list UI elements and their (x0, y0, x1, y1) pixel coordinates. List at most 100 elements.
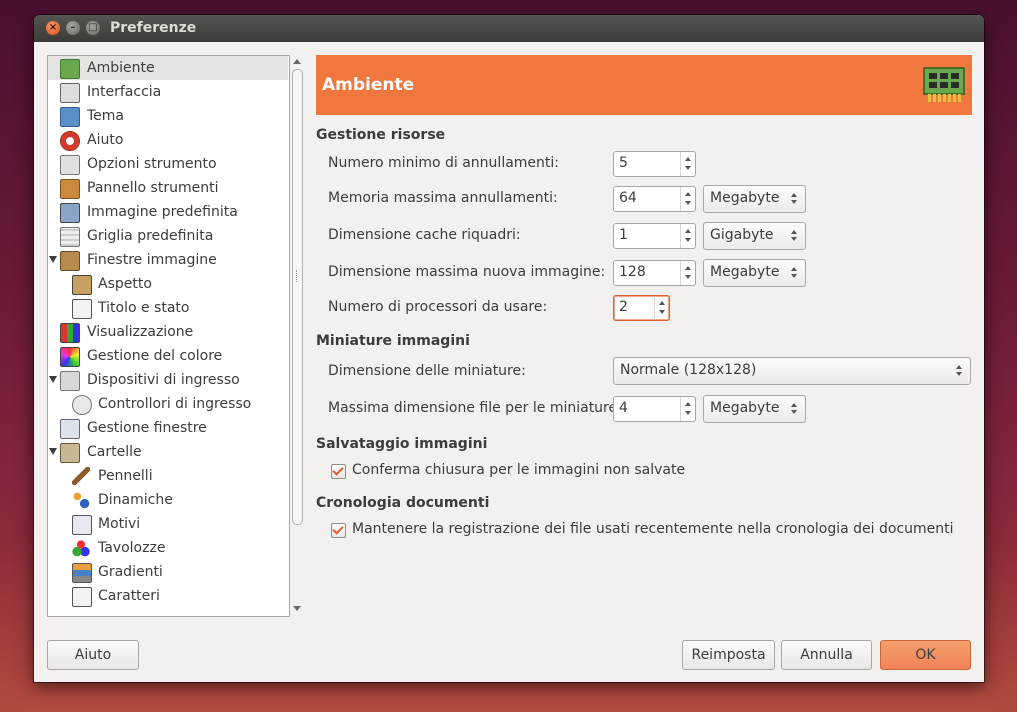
keep-history-checkbox[interactable] (331, 523, 346, 538)
dynamics-icon (72, 491, 90, 509)
sidebar-item-dinamiche[interactable]: Dinamiche (48, 488, 288, 512)
select-value: Normale (128x128) (620, 362, 757, 378)
sidebar-item-label: Finestre immagine (87, 252, 217, 268)
sidebar-item-aiuto[interactable]: Aiuto (48, 128, 288, 152)
spinner-value[interactable]: 1 (619, 227, 628, 243)
checkmark-icon (332, 523, 344, 535)
scroll-down-icon[interactable] (293, 606, 301, 611)
spinner-arrows-icon[interactable] (654, 296, 669, 320)
spinner-value[interactable]: 5 (619, 155, 628, 171)
sidebar-item-interfaccia[interactable]: Interfaccia (48, 80, 288, 104)
spinner-arrows-icon[interactable] (680, 224, 695, 248)
thumbnail-size-select[interactable]: Normale (128x128) (613, 357, 971, 385)
sidebar-item-controllori-di-ingresso[interactable]: Controllori di ingresso (48, 392, 288, 416)
sidebar-item-opzioni-strumento[interactable]: Opzioni strumento (48, 152, 288, 176)
min-undo-label: Numero minimo di annullamenti: (328, 155, 560, 171)
sidebar-item-visualizzazione[interactable]: Visualizzazione (48, 320, 288, 344)
expander-down-icon[interactable] (49, 376, 57, 383)
sidebar-item-pannello-strumenti[interactable]: Pannello strumenti (48, 176, 288, 200)
expander-down-icon[interactable] (49, 256, 57, 263)
sidebar-item-finestre-immagine[interactable]: Finestre immagine (48, 248, 288, 272)
thumbnail-max-file-unit-select[interactable]: Megabyte (703, 395, 806, 423)
thumbnail-max-file-label: Massima dimensione file per le miniature… (328, 400, 622, 416)
section-saving-title: Salvataggio immagini (316, 436, 488, 452)
max-new-image-label: Dimensione massima nuova immagine: (328, 264, 606, 280)
sidebar-item-label: Aiuto (87, 132, 124, 148)
sidebar-item-tavolozze[interactable]: Tavolozze (48, 536, 288, 560)
spinner-arrows-icon[interactable] (680, 187, 695, 211)
tile-cache-unit-select[interactable]: Gigabyte (703, 222, 806, 250)
select-carets-icon (790, 192, 798, 206)
sidebar-item-label: Controllori di ingresso (98, 396, 252, 412)
sidebar-item-label: Caratteri (98, 588, 160, 604)
sidebar-item-label: Immagine predefinita (87, 204, 238, 220)
sidebar-item-motivi[interactable]: Motivi (48, 512, 288, 536)
max-undo-memory-spinner[interactable]: 64 (613, 186, 696, 212)
sidebar-item-gestione-del-colore[interactable]: Gestione del colore (48, 344, 288, 368)
select-value: Megabyte (710, 264, 780, 280)
max-new-image-unit-select[interactable]: Megabyte (703, 259, 806, 287)
select-carets-icon (955, 364, 963, 378)
max-undo-memory-unit-select[interactable]: Megabyte (703, 185, 806, 213)
sidebar-item-gestione-finestre[interactable]: Gestione finestre (48, 416, 288, 440)
select-carets-icon (790, 229, 798, 243)
minimize-icon[interactable]: – (66, 21, 80, 35)
max-new-image-spinner[interactable]: 128 (613, 260, 696, 286)
sidebar-item-immagine-predefinita[interactable]: Immagine predefinita (48, 200, 288, 224)
tile-cache-spinner[interactable]: 1 (613, 223, 696, 249)
spinner-arrows-icon[interactable] (680, 397, 695, 421)
help-button[interactable]: Aiuto (47, 640, 139, 670)
scrollbar-thumb[interactable] (292, 69, 303, 525)
spinner-arrows-icon[interactable] (680, 261, 695, 285)
sidebar-item-griglia-predefinita[interactable]: Griglia predefinita (48, 224, 288, 248)
category-tree[interactable]: Ambiente Interfaccia Tema Aiuto Opzioni … (47, 55, 290, 617)
appearance-icon (72, 275, 92, 295)
sidebar-item-label: Gradienti (98, 564, 163, 580)
sidebar-item-pennelli[interactable]: Pennelli (48, 464, 288, 488)
sidebar-item-gradienti[interactable]: Gradienti (48, 560, 288, 584)
expander-down-icon[interactable] (49, 448, 57, 455)
spinner-arrows-icon[interactable] (680, 152, 695, 176)
sidebar-item-titolo-e-stato[interactable]: Titolo e stato (48, 296, 288, 320)
input-devices-icon (60, 371, 80, 391)
ok-button[interactable]: OK (880, 640, 971, 670)
sidebar-item-label: Dinamiche (98, 492, 173, 508)
display-icon (60, 323, 80, 343)
sidebar-item-tema[interactable]: Tema (48, 104, 288, 128)
sidebar-item-aspetto[interactable]: Aspetto (48, 272, 288, 296)
spinner-value[interactable]: 4 (619, 400, 628, 416)
processors-spinner[interactable]: 2 (613, 295, 670, 321)
confirm-close-label[interactable]: Conferma chiusura per le immagini non sa… (352, 462, 685, 478)
sidebar-item-ambiente[interactable]: Ambiente (48, 56, 288, 80)
pane-resize-handle[interactable] (296, 270, 299, 282)
reset-button[interactable]: Reimposta (682, 640, 775, 670)
title-bar[interactable]: × – □ Preferenze (34, 15, 984, 42)
checkmark-icon (332, 464, 344, 476)
sidebar-item-caratteri[interactable]: Caratteri (48, 584, 288, 608)
sidebar-scrollbar[interactable] (291, 55, 304, 615)
page-header: Ambiente (316, 55, 972, 115)
keep-history-label[interactable]: Mantenere la registrazione dei file usat… (352, 521, 954, 537)
sidebar-item-dispositivi-di-ingresso[interactable]: Dispositivi di ingresso (48, 368, 288, 392)
spinner-value[interactable]: 128 (619, 264, 646, 280)
patterns-icon (72, 515, 92, 535)
thumbnail-max-file-spinner[interactable]: 4 (613, 396, 696, 422)
close-icon[interactable]: × (46, 21, 60, 35)
select-value: Gigabyte (710, 227, 774, 243)
environment-icon (60, 59, 80, 79)
sidebar-item-label: Pannello strumenti (87, 180, 219, 196)
help-lifebuoy-icon (60, 131, 80, 151)
theme-icon (60, 107, 80, 127)
maximize-icon[interactable]: □ (86, 21, 100, 35)
sidebar-item-label: Tema (87, 108, 125, 124)
thumbnail-size-label: Dimensione delle miniature: (328, 363, 526, 379)
cancel-button[interactable]: Annulla (781, 640, 872, 670)
scroll-up-icon[interactable] (293, 59, 301, 64)
spinner-value[interactable]: 2 (619, 299, 628, 315)
confirm-close-checkbox[interactable] (331, 464, 346, 479)
sidebar-item-cartelle[interactable]: Cartelle (48, 440, 288, 464)
spinner-value[interactable]: 64 (619, 190, 637, 206)
gradients-icon (72, 563, 92, 583)
sidebar-item-label: Dispositivi di ingresso (87, 372, 240, 388)
min-undo-spinner[interactable]: 5 (613, 151, 696, 177)
